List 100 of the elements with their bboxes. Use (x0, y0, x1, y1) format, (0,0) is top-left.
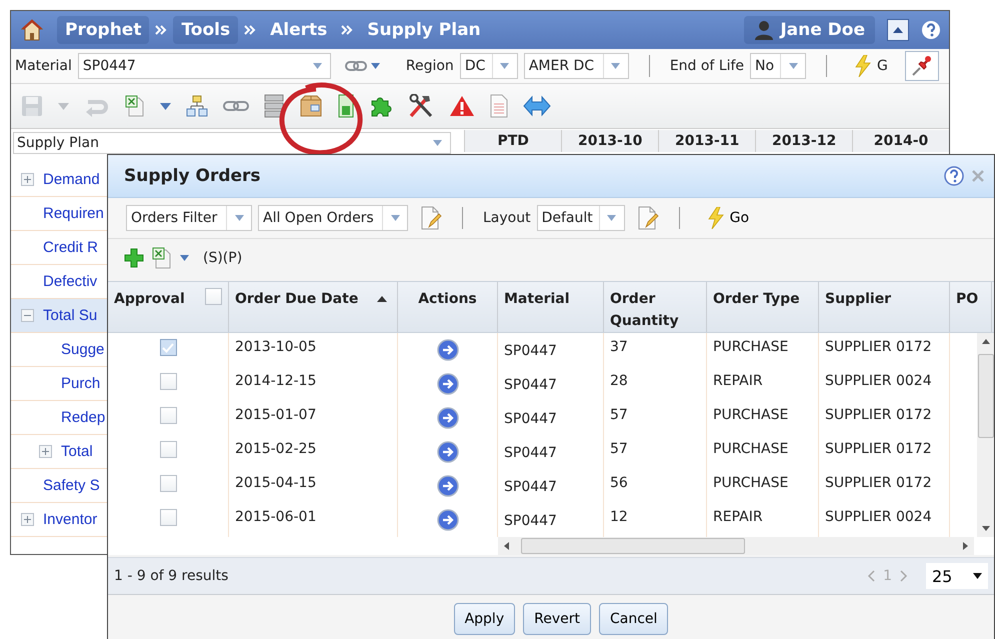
expand-icon[interactable] (21, 513, 34, 526)
caret-up-icon (893, 27, 903, 33)
caret-icon (390, 215, 400, 221)
breadcrumb-link[interactable]: Alerts (262, 16, 336, 44)
hammer-wrench-icon[interactable] (408, 94, 434, 118)
arrow-right-icon[interactable] (436, 509, 458, 531)
results-count: 1 - 9 of 9 results (114, 568, 230, 584)
column-header[interactable]: Order Quantity (604, 282, 707, 332)
breadcrumb-link[interactable]: Prophet (57, 16, 150, 44)
arrow-right-icon[interactable] (436, 373, 458, 395)
caret-icon (500, 63, 510, 69)
help-icon[interactable] (921, 20, 941, 40)
approval-checkbox[interactable] (160, 475, 176, 492)
scroll-right-icon[interactable] (963, 542, 968, 550)
caret-icon (313, 63, 322, 69)
material-dropdown[interactable]: SP0447 (78, 53, 331, 79)
approval-checkbox[interactable] (160, 509, 176, 526)
orders-filter-dropdown[interactable]: Orders Filter (126, 205, 252, 231)
dialog-title: Supply Orders (124, 166, 262, 186)
spreadsheet-export-icon (152, 247, 172, 269)
region-dropdown[interactable]: DC (460, 53, 518, 79)
scroll-up-icon[interactable] (982, 339, 990, 344)
double-chevron-icon (244, 25, 256, 35)
pin-button[interactable] (905, 51, 939, 81)
table-cell: SP0447 (498, 469, 604, 503)
view-dropdown[interactable]: All Open Orders (258, 205, 408, 231)
caret-icon (180, 255, 189, 261)
table-cell: 2015-02-25 (229, 435, 398, 469)
warning-icon[interactable] (449, 95, 475, 117)
vertical-scrollbar[interactable] (977, 333, 994, 537)
page-size-dropdown[interactable]: 25 (926, 563, 988, 589)
dialog-button[interactable]: Apply (454, 602, 516, 634)
column-header[interactable]: Approval (108, 282, 229, 332)
select-all-checkbox[interactable] (205, 288, 222, 305)
spreadsheet-page-icon[interactable] (338, 94, 354, 118)
plus-icon[interactable] (124, 248, 144, 268)
server-stack-icon[interactable] (264, 94, 284, 118)
column-header: 2013-11 (658, 130, 756, 152)
approval-checkbox[interactable] (160, 373, 176, 390)
caret-icon (611, 63, 620, 69)
end-of-life-dropdown[interactable]: No (750, 53, 806, 79)
tree-label: Safety S (43, 477, 100, 494)
arrow-right-icon[interactable] (436, 407, 458, 429)
table-cell: 57 (604, 401, 707, 435)
caret-icon[interactable] (160, 102, 171, 110)
table-cell: 28 (604, 367, 707, 401)
link-menu-button[interactable] (344, 61, 380, 71)
column-header[interactable]: Order Due Date (229, 282, 398, 332)
tree-row[interactable]: Total Su (11, 299, 107, 333)
table-cell: 37 (604, 333, 707, 367)
approval-checkbox[interactable] (160, 407, 176, 424)
approval-checkbox[interactable] (160, 339, 176, 356)
table-cell: SP0447 (498, 401, 604, 435)
go-label[interactable]: G (877, 58, 888, 74)
dialog-button[interactable]: Cancel (598, 602, 668, 634)
column-header[interactable]: Actions (398, 282, 498, 332)
table-cell: SUPPLIER 0172 (819, 401, 950, 435)
arrow-right-icon[interactable] (436, 441, 458, 463)
region-name-dropdown[interactable]: AMER DC (524, 53, 629, 79)
scroll-left-icon[interactable] (504, 542, 509, 550)
double-arrow-icon[interactable] (523, 95, 551, 117)
approval-checkbox[interactable] (160, 441, 176, 458)
expand-icon[interactable] (39, 445, 52, 458)
column-header[interactable]: PO (950, 282, 992, 332)
plan-dropdown[interactable]: Supply Plan (13, 132, 452, 154)
table-cell: REPAIR (707, 367, 819, 401)
horizontal-scrollbar[interactable] (498, 537, 974, 555)
double-chevron-icon (155, 25, 168, 35)
caret-icon (788, 63, 798, 69)
help-icon[interactable] (944, 166, 964, 186)
column-header[interactable]: Material (498, 282, 604, 332)
arrow-right-icon[interactable] (436, 475, 458, 497)
collapse-icon[interactable] (21, 309, 34, 322)
table-cell: SP0447 (498, 435, 604, 469)
person-icon (754, 20, 774, 40)
material-label: Material (15, 58, 72, 74)
dialog-button[interactable]: Revert (523, 602, 591, 634)
arrow-right-icon[interactable] (436, 339, 458, 361)
column-header[interactable]: Supplier (819, 282, 950, 332)
chain-link-icon[interactable] (223, 100, 249, 112)
package-box-icon[interactable] (299, 95, 323, 117)
breadcrumb-link[interactable]: Supply Plan (359, 16, 489, 44)
breadcrumb-link[interactable]: Tools (173, 16, 238, 44)
user-menu[interactable]: Jane Doe (744, 16, 875, 44)
tree-label: Purch (61, 375, 100, 392)
table-cell: PURCHASE (707, 435, 819, 469)
tree-label: Total (61, 443, 93, 460)
hierarchy-icon[interactable] (186, 95, 208, 117)
scroll-down-icon[interactable] (982, 526, 990, 531)
column-header[interactable]: Order Type (707, 282, 819, 332)
expand-icon[interactable] (21, 173, 34, 186)
table-cell: SUPPLIER 0172 (819, 469, 950, 503)
table-cell: SUPPLIER 0024 (819, 367, 950, 401)
table-cell: PURCHASE (707, 333, 819, 367)
table-cell: 57 (604, 435, 707, 469)
document-icon[interactable] (490, 94, 508, 118)
layout-dropdown[interactable]: Default (536, 205, 625, 231)
table-cell: 2013-10-05 (229, 333, 398, 367)
collapse-button[interactable] (887, 19, 909, 41)
go-button[interactable]: Go (704, 207, 754, 229)
